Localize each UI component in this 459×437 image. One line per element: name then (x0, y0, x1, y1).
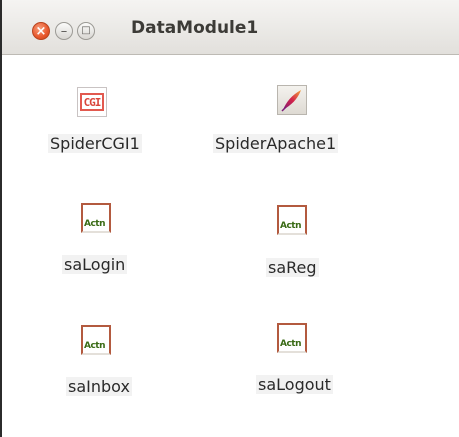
component-label: saReg (266, 258, 319, 277)
component-label: SpiderApache1 (213, 134, 339, 153)
minimize-icon: – (60, 23, 68, 39)
action-icon: Actn (277, 323, 307, 353)
close-icon: × (35, 23, 47, 39)
component-label: SpiderCGI1 (48, 134, 142, 153)
apache-feather-icon (277, 85, 307, 115)
datamodule-window: × – □ DataModule1 CGI SpiderCGI1 SpiderA… (0, 0, 459, 437)
maximize-button[interactable]: □ (77, 22, 95, 40)
minimize-button[interactable]: – (55, 22, 73, 40)
action-icon: Actn (277, 205, 307, 235)
cgi-icon: CGI (77, 87, 107, 117)
component-label: saLogout (256, 375, 333, 394)
window-title: DataModule1 (131, 18, 259, 38)
action-icon: Actn (81, 325, 111, 355)
title-bar[interactable]: × – □ DataModule1 (2, 0, 459, 55)
action-icon: Actn (81, 203, 111, 233)
component-label: saInbox (66, 377, 132, 396)
close-button[interactable]: × (32, 22, 50, 40)
maximize-icon: □ (81, 25, 91, 36)
component-label: saLogin (62, 255, 128, 274)
